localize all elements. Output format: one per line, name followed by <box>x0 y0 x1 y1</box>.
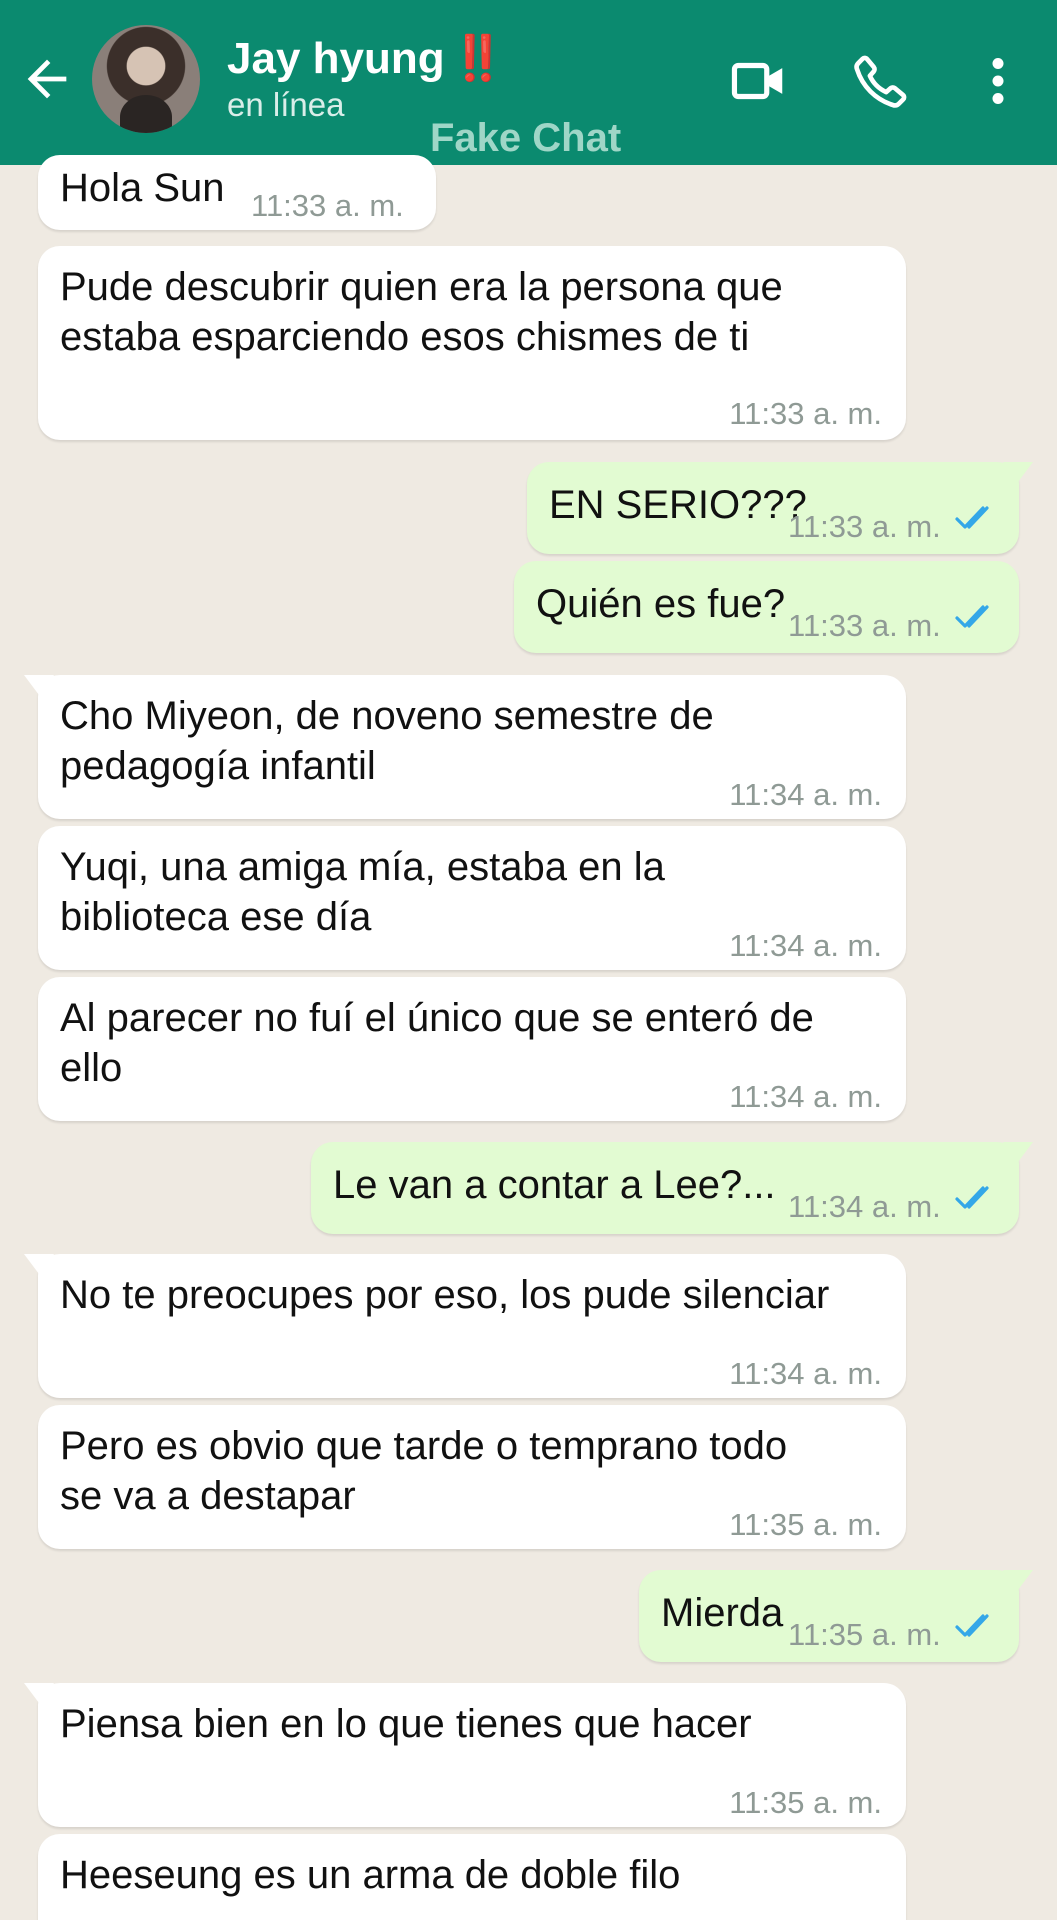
message-incoming[interactable]: Al parecer no fuí el único que se enteró… <box>38 977 906 1121</box>
contact-avatar[interactable] <box>92 25 200 133</box>
read-ticks-icon <box>955 1614 989 1637</box>
more-vertical-icon[interactable] <box>968 50 1028 112</box>
back-arrow-icon[interactable] <box>18 50 76 108</box>
bubble-tail <box>24 1683 54 1707</box>
message-incoming[interactable]: Pero es obvio que tarde o temprano todo … <box>38 1405 906 1549</box>
message-time: 11:33 a. m. <box>251 188 404 223</box>
message-incoming[interactable]: Piensa bien en lo que tienes que hacer 1… <box>24 1683 906 1827</box>
watermark: Fake Chat <box>430 116 622 160</box>
message-text: Al parecer no fuí el único que se enteró… <box>60 996 814 1090</box>
message-time: 11:35 a. m. <box>729 1785 882 1820</box>
message-text: Pero es obvio que tarde o temprano todo … <box>60 1424 788 1518</box>
message-time: 11:34 a. m. <box>788 1189 941 1224</box>
message-incoming[interactable]: No te preocupes por eso, los pude silenc… <box>24 1254 906 1398</box>
message-outgoing[interactable]: Quién es fue? 11:33 a. m. <box>514 561 1019 653</box>
double-exclamation-emoji: ‼️ <box>450 34 506 83</box>
chat-header: Jay hyung ‼️ en línea Fake Chat <box>0 0 1057 165</box>
message-incoming[interactable]: Pude descubrir quien era la persona que … <box>38 246 906 440</box>
video-call-icon[interactable] <box>728 50 790 112</box>
message-incoming[interactable]: Yuqi, una amiga mía, estaba en la biblio… <box>38 826 906 970</box>
message-outgoing[interactable]: Le van a contar a Lee?... 11:34 a. m. <box>311 1142 1033 1234</box>
bubble-tail <box>24 1254 54 1278</box>
message-time: 11:33 a. m. <box>788 509 941 544</box>
read-ticks-icon <box>955 506 989 529</box>
message-outgoing[interactable]: Mierda 11:35 a. m. <box>639 1570 1033 1662</box>
message-time: 11:34 a. m. <box>729 1079 882 1114</box>
message-list[interactable]: Hola Sun 11:33 a. m. Pude descubrir quie… <box>0 155 1057 1920</box>
message-text: No te preocupes por eso, los pude silenc… <box>60 1273 830 1317</box>
message-incoming[interactable]: Heeseung es un arma de doble filo <box>38 1834 906 1920</box>
message-time: 11:33 a. m. <box>788 608 941 643</box>
read-ticks-icon <box>955 605 989 628</box>
message-time: 11:34 a. m. <box>729 928 882 963</box>
bubble-tail <box>1003 1570 1033 1594</box>
message-text: Yuqi, una amiga mía, estaba en la biblio… <box>60 845 665 939</box>
message-time: 11:35 a. m. <box>788 1617 941 1652</box>
message-time: 11:34 a. m. <box>729 1356 882 1391</box>
message-text: Quién es fue? <box>536 582 786 626</box>
bubble-tail <box>1003 462 1033 486</box>
message-text: Cho Miyeon, de noveno semestre de pedago… <box>60 694 714 788</box>
message-text: EN SERIO??? <box>549 483 807 527</box>
phone-icon[interactable] <box>850 50 912 112</box>
message-time: 11:34 a. m. <box>729 777 882 812</box>
contact-name: Jay hyung <box>227 34 445 83</box>
bubble-tail <box>24 675 54 699</box>
message-text: Mierda <box>661 1591 784 1635</box>
message-incoming[interactable]: Hola Sun 11:33 a. m. <box>38 155 436 230</box>
message-text: Piensa bien en lo que tienes que hacer <box>60 1702 752 1746</box>
contact-name-row[interactable]: Jay hyung ‼️ <box>227 32 506 84</box>
message-time: 11:35 a. m. <box>729 1507 882 1542</box>
message-text: Hola Sun <box>60 166 225 210</box>
message-text: Heeseung es un arma de doble filo <box>60 1853 681 1897</box>
message-time: 11:33 a. m. <box>729 396 882 431</box>
message-outgoing[interactable]: EN SERIO??? 11:33 a. m. <box>527 462 1033 554</box>
read-ticks-icon <box>955 1186 989 1209</box>
bubble-tail <box>1003 1142 1033 1166</box>
contact-status: en línea <box>227 86 345 123</box>
message-incoming[interactable]: Cho Miyeon, de noveno semestre de pedago… <box>24 675 906 819</box>
message-text: Pude descubrir quien era la persona que … <box>60 265 783 359</box>
message-text: Le van a contar a Lee?... <box>333 1163 776 1207</box>
